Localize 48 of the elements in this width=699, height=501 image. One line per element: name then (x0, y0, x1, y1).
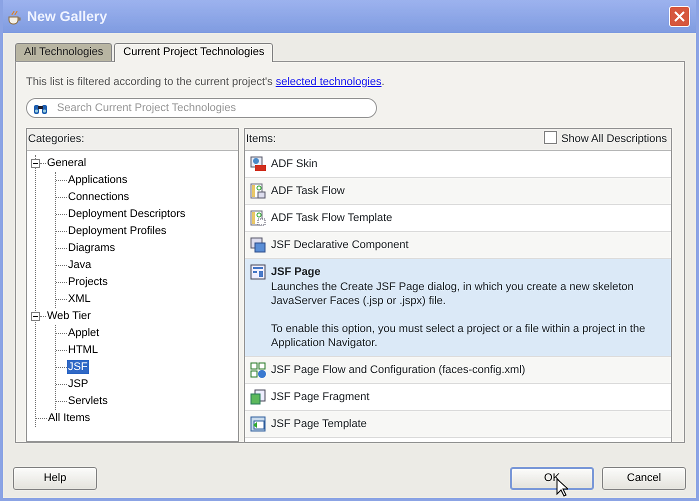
item-icon (250, 389, 266, 405)
tree-item[interactable]: Web Tier (46, 309, 92, 323)
item-description: Launches the Create JSF Page dialog, in which you create a new skeleton JavaServer Faces (.jsp or .jspx) file. (271, 280, 635, 308)
tree-item[interactable]: General (46, 156, 88, 170)
gallery-item[interactable]: JSF Declarative Component (245, 232, 671, 258)
gallery-item[interactable]: ADF Task Flow (245, 178, 671, 204)
tree-item[interactable]: Projects (67, 275, 109, 289)
show-descriptions-checkbox[interactable]: Show All Descriptions (544, 130, 667, 148)
tree-item[interactable]: Deployment Profiles (67, 224, 168, 238)
window-title: New Gallery (27, 7, 108, 26)
gallery-item[interactable]: JSF Page Template (245, 411, 671, 438)
tree-item[interactable]: Connections (67, 190, 130, 204)
item-icon (250, 210, 266, 226)
item-icon (250, 156, 266, 172)
tree-item[interactable]: Java (67, 258, 92, 272)
item-icon (250, 182, 266, 198)
tree-item[interactable]: XML (67, 292, 92, 306)
cup-icon (6, 8, 22, 24)
info-text: This list is filtered according to the current project's selected technologies. (26, 75, 386, 90)
tab[interactable]: All Technologies (15, 43, 112, 61)
search-field[interactable]: Search Current Project Technologies (26, 98, 377, 118)
categories-header: Categories: (28, 132, 84, 147)
tree-item[interactable]: JSF (67, 360, 89, 374)
dialog-button[interactable]: Help (13, 467, 97, 490)
tree-item[interactable]: HTML (67, 343, 99, 357)
collapse-toggle[interactable] (31, 312, 40, 320)
item-icon (250, 264, 266, 280)
collapse-toggle[interactable] (31, 158, 40, 168)
gallery-item[interactable]: JSF Page Flow and Configuration (faces-config.xml) (245, 357, 671, 384)
items-header: Items: (246, 132, 276, 147)
tree-item[interactable]: Applications (67, 173, 128, 187)
item-title: JSF Page (271, 264, 322, 280)
tree-item[interactable]: Servlets (67, 394, 109, 408)
item-description: To enable this option, you must select a project or a file within a project in the Application Navigator. (271, 322, 646, 350)
tree-item[interactable]: JSP (67, 377, 90, 391)
close-icon (674, 11, 685, 22)
item-icon (250, 362, 266, 378)
gallery-item-panel[interactable] (245, 258, 671, 357)
item-icon (250, 416, 266, 432)
close-button[interactable] (669, 6, 690, 27)
tree-item[interactable]: Diagrams (67, 241, 116, 255)
tab[interactable]: Current Project Technologies (114, 43, 274, 62)
tree-item[interactable]: All Items (47, 411, 92, 425)
tree-item[interactable]: Applet (67, 326, 100, 340)
item-icon (250, 236, 266, 252)
tree-item[interactable]: Deployment Descriptors (67, 207, 186, 221)
dialog-button[interactable]: Cancel (602, 467, 686, 490)
selected-technologies-link[interactable]: selected technologies (276, 76, 382, 88)
